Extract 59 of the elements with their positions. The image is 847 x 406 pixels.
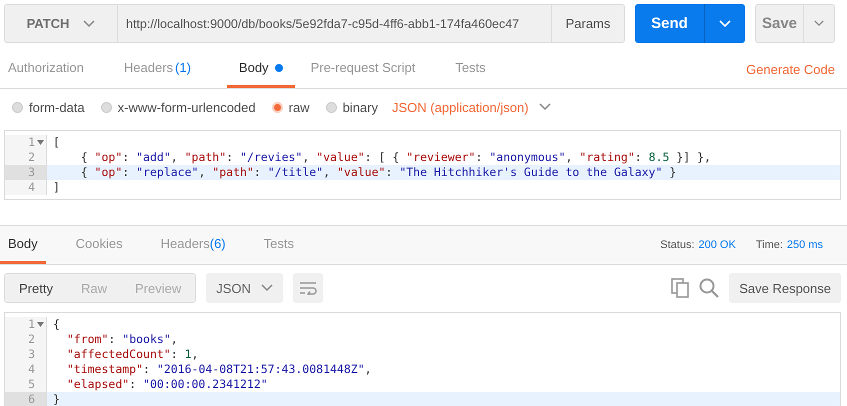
line-number: 4 xyxy=(28,180,35,195)
copy-icon[interactable] xyxy=(671,278,690,298)
code-line: { xyxy=(52,317,60,332)
radio-label: raw xyxy=(288,100,310,114)
content-type-dropdown[interactable]: JSON (application/json) xyxy=(392,100,551,114)
status-value: 200 OK xyxy=(698,239,736,251)
line-number: 3 xyxy=(28,347,35,362)
fold-arrow-icon[interactable] xyxy=(37,322,44,327)
chevron-down-icon xyxy=(814,20,824,27)
response-tab[interactable]: Cookies xyxy=(68,226,131,264)
wrap-lines-icon xyxy=(298,281,317,295)
request-tab[interactable]: Body xyxy=(226,50,295,88)
response-tab[interactable]: Headers(6) xyxy=(152,226,234,264)
body-mode-radio[interactable]: form-data xyxy=(12,100,85,114)
body-mode-radio[interactable]: binary xyxy=(326,100,378,114)
line-number: 1 xyxy=(28,135,35,150)
code-line: "affectedCount": 1, xyxy=(66,347,198,362)
response-tab[interactable]: Tests xyxy=(256,226,302,264)
response-tab[interactable]: Body xyxy=(0,226,46,264)
fold-arrow-icon[interactable] xyxy=(37,140,44,145)
code-line: "timestamp": "2016-04-08T21:57:43.0081448Z", xyxy=(66,362,372,377)
chevron-down-icon xyxy=(260,284,273,292)
request-tab[interactable]: Pre-request Script xyxy=(310,50,436,88)
time-label: Time: xyxy=(756,239,783,251)
chevron-down-icon xyxy=(83,20,96,28)
params-button[interactable]: Params xyxy=(551,4,625,43)
line-number: 2 xyxy=(28,150,35,165)
time-value: 250 ms xyxy=(786,239,823,251)
line-number: 1 xyxy=(28,317,35,332)
code-line: { "op": "add", "path": "/revies", "value": [ { "reviewer": "anonymous", "rating": 8.5 }] }, xyxy=(80,150,711,165)
code-editor[interactable]: 1 [ 2 { "op": "add", "path": "/revies", "value": [ { "reviewer": "anonymous", "rating": 8.5 }] }, 3 { "op": "replace", "path": "/title", "value": "The Hitchhiker's Guide to the Galaxy" } 4 ] xyxy=(4,130,841,200)
search-icon[interactable] xyxy=(699,278,720,298)
format-dropdown[interactable]: JSON xyxy=(206,273,283,303)
code-line: } xyxy=(52,392,60,406)
wrap-lines-button[interactable] xyxy=(292,273,323,303)
status-label: Status: xyxy=(660,239,695,251)
line-number: 3 xyxy=(28,165,35,180)
line-number: 4 xyxy=(28,362,35,377)
radio-label: form-data xyxy=(29,100,85,114)
code-line: "from": "books", xyxy=(66,332,178,347)
request-tab[interactable]: Authorization xyxy=(8,50,104,88)
method-dropdown[interactable]: PATCH xyxy=(4,4,118,43)
url-field[interactable]: http://localhost:9000/db/books/5e92fda7-c95d-4ff6-abb1-174fa460ec47 xyxy=(118,4,551,43)
save-response-button[interactable]: Save Response xyxy=(729,273,841,303)
code-line: ] xyxy=(52,180,60,195)
code-line: "elapsed": "00:00:00.2341212" xyxy=(66,377,268,392)
generate-code-link[interactable]: Generate Code xyxy=(746,62,835,76)
code-line: { "op": "replace", "path": "/title", "value": "The Hitchhiker's Guide to the Galaxy" } xyxy=(80,165,676,180)
line-number: 6 xyxy=(28,392,35,406)
chevron-down-icon xyxy=(719,20,731,28)
radio-label: binary xyxy=(342,100,378,114)
code-line: [ xyxy=(52,135,60,150)
line-number: 5 xyxy=(28,377,35,392)
request-tab[interactable]: Headers(1) xyxy=(124,50,211,88)
view-mode-button[interactable]: Pretty xyxy=(5,274,67,302)
request-tab[interactable]: Tests xyxy=(455,50,506,88)
chevron-down-icon xyxy=(538,103,551,111)
body-mode-radio[interactable]: raw xyxy=(272,100,310,114)
line-number: 2 xyxy=(28,332,35,347)
